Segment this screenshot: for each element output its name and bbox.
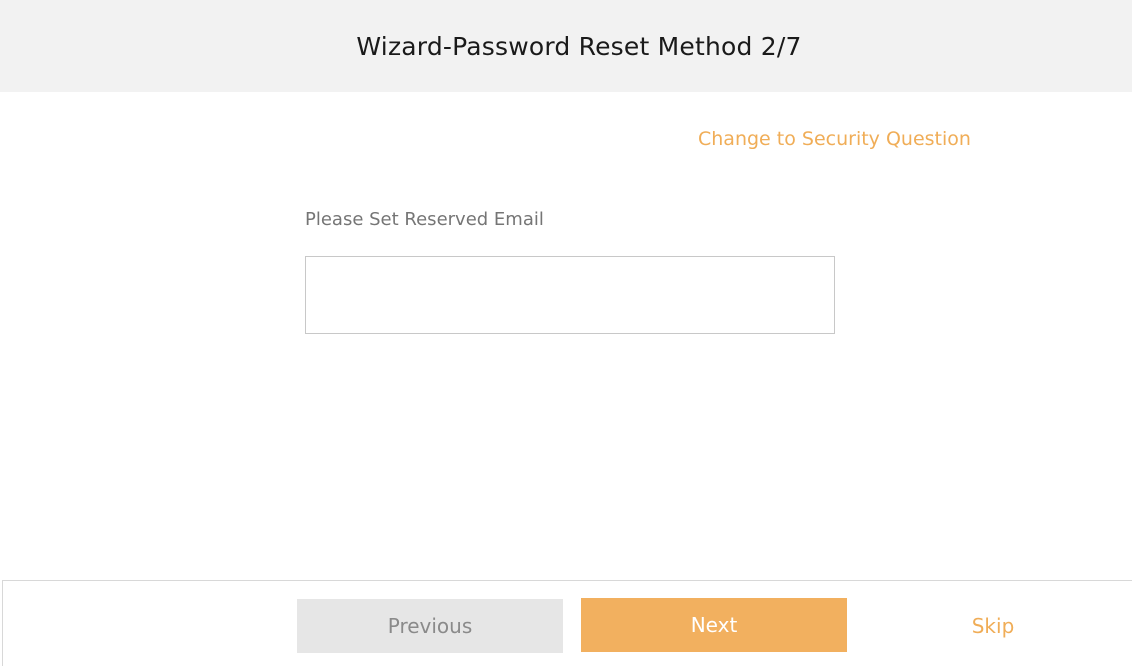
previous-button[interactable]: Previous (297, 599, 563, 653)
wizard-footer: Previous Next Skip (2, 580, 1132, 666)
email-field[interactable] (305, 256, 835, 334)
email-field-label: Please Set Reserved Email (305, 209, 544, 230)
change-to-security-question-link[interactable]: Change to Security Question (698, 128, 971, 150)
skip-button[interactable]: Skip (943, 599, 1043, 653)
page-title: Wizard-Password Reset Method 2/7 (356, 31, 802, 61)
next-button[interactable]: Next (581, 598, 847, 652)
wizard-page: Wizard-Password Reset Method 2/7 Change … (0, 0, 1132, 666)
wizard-header: Wizard-Password Reset Method 2/7 (0, 0, 1132, 92)
